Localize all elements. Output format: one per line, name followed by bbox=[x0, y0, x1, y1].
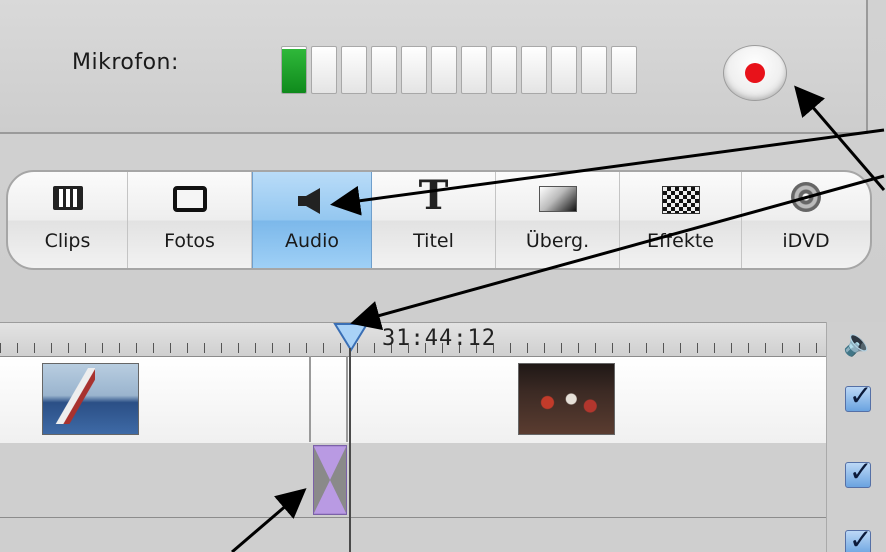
microphone-label: Mikrofon: bbox=[72, 50, 179, 75]
tab-label: Überg. bbox=[525, 230, 590, 252]
playhead-timecode: 31:44:12 bbox=[382, 326, 496, 351]
meter-segment bbox=[581, 46, 607, 94]
clips-icon bbox=[52, 186, 83, 210]
clip-divider bbox=[346, 356, 348, 442]
title-t-icon: T bbox=[418, 172, 449, 219]
tab-label: Clips bbox=[44, 230, 91, 252]
audio-track-1[interactable] bbox=[0, 443, 826, 518]
meter-segment bbox=[461, 46, 487, 94]
playhead-handle[interactable] bbox=[333, 322, 369, 352]
photos-icon bbox=[172, 186, 207, 212]
audio-level-meter bbox=[281, 46, 637, 94]
tab-titel[interactable]: T Titel bbox=[372, 172, 496, 268]
imovie-window: Mikrofon: Clips Fotos Audio T Titel Über… bbox=[0, 0, 886, 552]
tab-label: Effekte bbox=[647, 230, 714, 252]
meter-segment bbox=[431, 46, 457, 94]
transition-icon bbox=[538, 186, 577, 212]
meter-segment bbox=[611, 46, 637, 94]
tab-effekte[interactable]: Effekte bbox=[620, 172, 742, 268]
meter-segment bbox=[311, 46, 337, 94]
meter-segment bbox=[371, 46, 397, 94]
checkmark-icon: ✓ bbox=[849, 455, 873, 488]
panel-toolbar: Clips Fotos Audio T Titel Überg. Effekte bbox=[6, 170, 872, 270]
record-icon bbox=[745, 63, 765, 83]
tab-fotos[interactable]: Fotos bbox=[128, 172, 252, 268]
video-track-checkbox[interactable]: ✓ bbox=[845, 379, 872, 412]
tab-clips[interactable]: Clips bbox=[8, 172, 128, 268]
microphone-panel: Mikrofon: bbox=[0, 0, 868, 134]
record-button[interactable] bbox=[723, 45, 787, 101]
tab-uebergaenge[interactable]: Überg. bbox=[496, 172, 620, 268]
speaker-icon bbox=[298, 188, 320, 214]
transition-marker[interactable] bbox=[313, 445, 347, 515]
meter-segment bbox=[491, 46, 517, 94]
tab-label: iDVD bbox=[782, 230, 830, 252]
tab-label: Titel bbox=[413, 230, 454, 252]
meter-segment bbox=[281, 46, 307, 94]
meter-segment bbox=[551, 46, 577, 94]
checkmark-icon: ✓ bbox=[849, 379, 873, 412]
audio-track-2[interactable] bbox=[0, 518, 826, 552]
tab-label: Fotos bbox=[164, 230, 215, 252]
meter-segment bbox=[521, 46, 547, 94]
checkmark-icon: ✓ bbox=[849, 523, 873, 552]
clip-divider bbox=[309, 356, 311, 442]
disc-icon bbox=[791, 182, 821, 212]
tab-label: Audio bbox=[284, 230, 339, 252]
meter-fill bbox=[282, 48, 306, 93]
audio-track-1-checkbox[interactable]: ✓ bbox=[845, 455, 872, 488]
audio-track-2-checkbox[interactable]: ✓ bbox=[845, 523, 872, 552]
playhead-line bbox=[349, 348, 351, 552]
clip-thumbnail-sailboat[interactable] bbox=[42, 363, 139, 435]
checkerboard-effects-icon bbox=[661, 186, 700, 214]
tab-audio[interactable]: Audio bbox=[252, 172, 372, 268]
sail-shape bbox=[51, 368, 95, 424]
meter-segment bbox=[401, 46, 427, 94]
clip-thumbnail-crowd[interactable] bbox=[518, 363, 615, 435]
meter-segment bbox=[341, 46, 367, 94]
volume-speaker-icon[interactable]: 🔈 bbox=[843, 328, 875, 358]
tab-idvd[interactable]: iDVD bbox=[742, 172, 870, 268]
